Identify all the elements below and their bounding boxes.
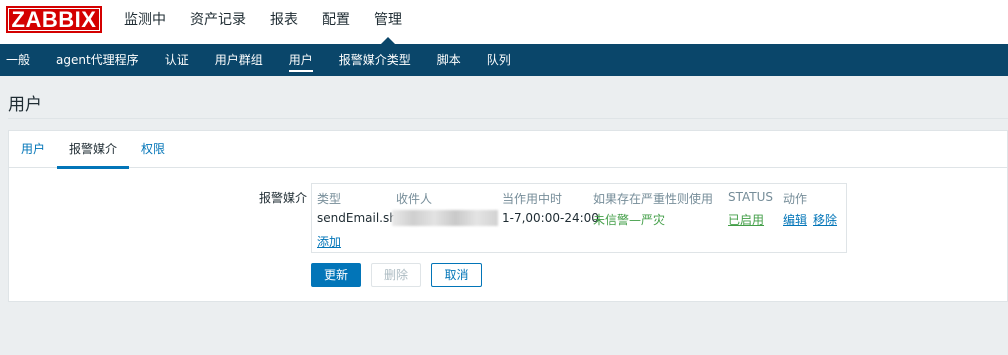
menu-item-administration[interactable]: 管理 [362, 0, 414, 44]
user-form-panel: 用户 报警媒介 权限 报警媒介 类型 收件人 当作用中时 如果存在严重性则使用 … [8, 130, 1008, 302]
title-divider [8, 118, 1008, 119]
col-header-when-active: 当作用中时 [502, 192, 563, 206]
submenu-item-proxies[interactable]: agent代理程序 [43, 44, 152, 76]
tab-user[interactable]: 用户 [9, 131, 57, 168]
when-active-cell: 1-7,00:00-24:00 [502, 211, 599, 225]
submenu-item-general[interactable]: 一般 [0, 44, 43, 76]
remove-link[interactable]: 移除 [813, 211, 837, 228]
recipient-redacted [392, 210, 498, 226]
submenu-item-authentication[interactable]: 认证 [152, 44, 202, 76]
status-enabled-link[interactable]: 已启用 [728, 211, 764, 228]
page-title: 用户 [8, 95, 42, 115]
media-type-cell: sendEmail.sh [317, 211, 397, 225]
submenu-item-queue[interactable]: 队列 [474, 44, 524, 76]
submenu-item-users[interactable]: 用户 [276, 44, 326, 76]
zabbix-logo[interactable]: ZABBIX [6, 6, 102, 33]
menu-item-reports[interactable]: 报表 [258, 0, 310, 44]
update-button[interactable]: 更新 [311, 263, 361, 287]
severity-cell: 未信警—严灾 [593, 213, 666, 227]
sub-menu: 一般 agent代理程序 认证 用户群组 用户 报警媒介类型 脚本 队列 [0, 44, 1008, 76]
top-header: ZABBIX 监测中 资产记录 报表 配置 管理 [0, 0, 1008, 44]
col-header-actions: 动作 [783, 192, 808, 206]
add-media-link[interactable]: 添加 [317, 233, 341, 250]
submenu-item-media-types[interactable]: 报警媒介类型 [326, 44, 424, 76]
form-tabs: 用户 报警媒介 权限 [9, 131, 1008, 169]
media-field-label: 报警媒介 [258, 191, 307, 205]
cancel-button[interactable]: 取消 [431, 263, 482, 287]
submenu-item-user-groups[interactable]: 用户群组 [202, 44, 276, 76]
main-menu: 监测中 资产记录 报表 配置 管理 [112, 0, 414, 44]
menu-item-monitoring[interactable]: 监测中 [112, 0, 178, 44]
media-table: 类型 收件人 当作用中时 如果存在严重性则使用 STATUS 动作 sendEm… [311, 183, 847, 253]
edit-link[interactable]: 编辑 [783, 211, 807, 228]
menu-item-configuration[interactable]: 配置 [310, 0, 362, 44]
tab-permissions[interactable]: 权限 [129, 131, 177, 168]
submenu-item-scripts[interactable]: 脚本 [424, 44, 474, 76]
col-header-type: 类型 [317, 192, 342, 206]
col-header-status: STATUS [728, 190, 774, 204]
menu-item-inventory[interactable]: 资产记录 [178, 0, 258, 44]
col-header-severity: 如果存在严重性则使用 [593, 192, 714, 206]
col-header-recipient: 收件人 [396, 192, 433, 206]
delete-button[interactable]: 删除 [371, 263, 421, 287]
tab-media[interactable]: 报警媒介 [57, 131, 130, 169]
